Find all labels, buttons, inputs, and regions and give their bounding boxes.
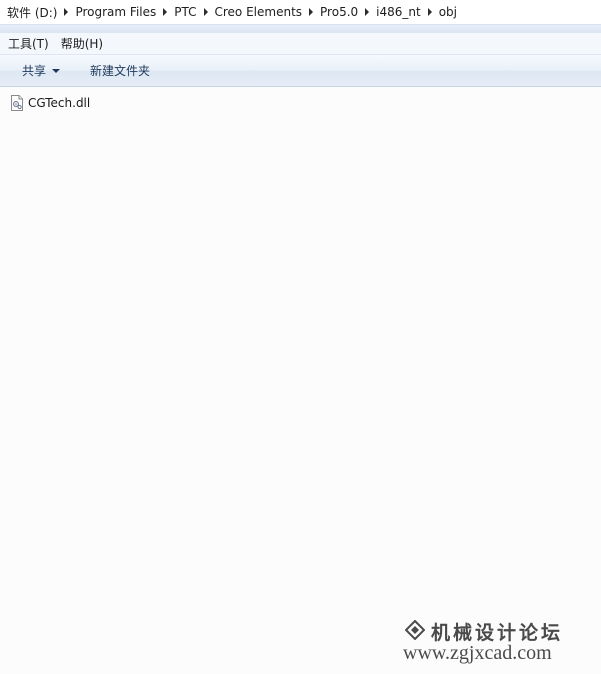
breadcrumb: 软件 (D:) Program Files PTC Creo Elements … — [0, 0, 601, 25]
breadcrumb-item-ptc[interactable]: PTC — [172, 1, 198, 23]
address-divider — [0, 25, 601, 33]
new-folder-button-label: 新建文件夹 — [90, 64, 151, 78]
dll-file-icon — [11, 95, 23, 111]
diamond-logo-icon — [405, 620, 425, 640]
breadcrumb-separator-icon[interactable] — [423, 1, 437, 23]
share-button-label: 共享 — [22, 64, 47, 78]
watermark: 机械设计论坛 www.zgjxcad.com — [403, 618, 593, 666]
file-list[interactable]: CGTech.dll 机械设计论坛 www.zgjxcad.com — [0, 87, 601, 674]
list-item[interactable]: CGTech.dll — [10, 94, 90, 112]
breadcrumb-item-obj[interactable]: obj — [437, 1, 459, 23]
breadcrumb-item-pro5[interactable]: Pro5.0 — [318, 1, 360, 23]
menu-item-help[interactable]: 帮助(H) — [55, 33, 109, 54]
breadcrumb-item-program-files[interactable]: Program Files — [73, 1, 158, 23]
breadcrumb-item-i486-nt[interactable]: i486_nt — [374, 1, 423, 23]
breadcrumb-separator-icon[interactable] — [59, 1, 73, 23]
breadcrumb-item-creo-elements[interactable]: Creo Elements — [213, 1, 305, 23]
breadcrumb-item-drive[interactable]: 软件 (D:) — [5, 1, 59, 23]
dropdown-arrow-icon — [52, 68, 61, 73]
breadcrumb-separator-icon[interactable] — [158, 1, 172, 23]
breadcrumb-separator-icon[interactable] — [304, 1, 318, 23]
breadcrumb-separator-icon[interactable] — [360, 1, 374, 23]
menu-item-tools[interactable]: 工具(T) — [2, 33, 55, 54]
watermark-title: 机械设计论坛 — [431, 622, 564, 644]
watermark-url: www.zgjxcad.com — [403, 642, 552, 664]
menu-bar: 工具(T) 帮助(H) — [0, 33, 601, 55]
file-name: CGTech.dll — [28, 96, 91, 110]
breadcrumb-separator-icon[interactable] — [199, 1, 213, 23]
new-folder-button[interactable]: 新建文件夹 — [82, 59, 158, 83]
share-button[interactable]: 共享 — [14, 59, 68, 83]
command-toolbar: 共享 新建文件夹 — [0, 55, 601, 87]
